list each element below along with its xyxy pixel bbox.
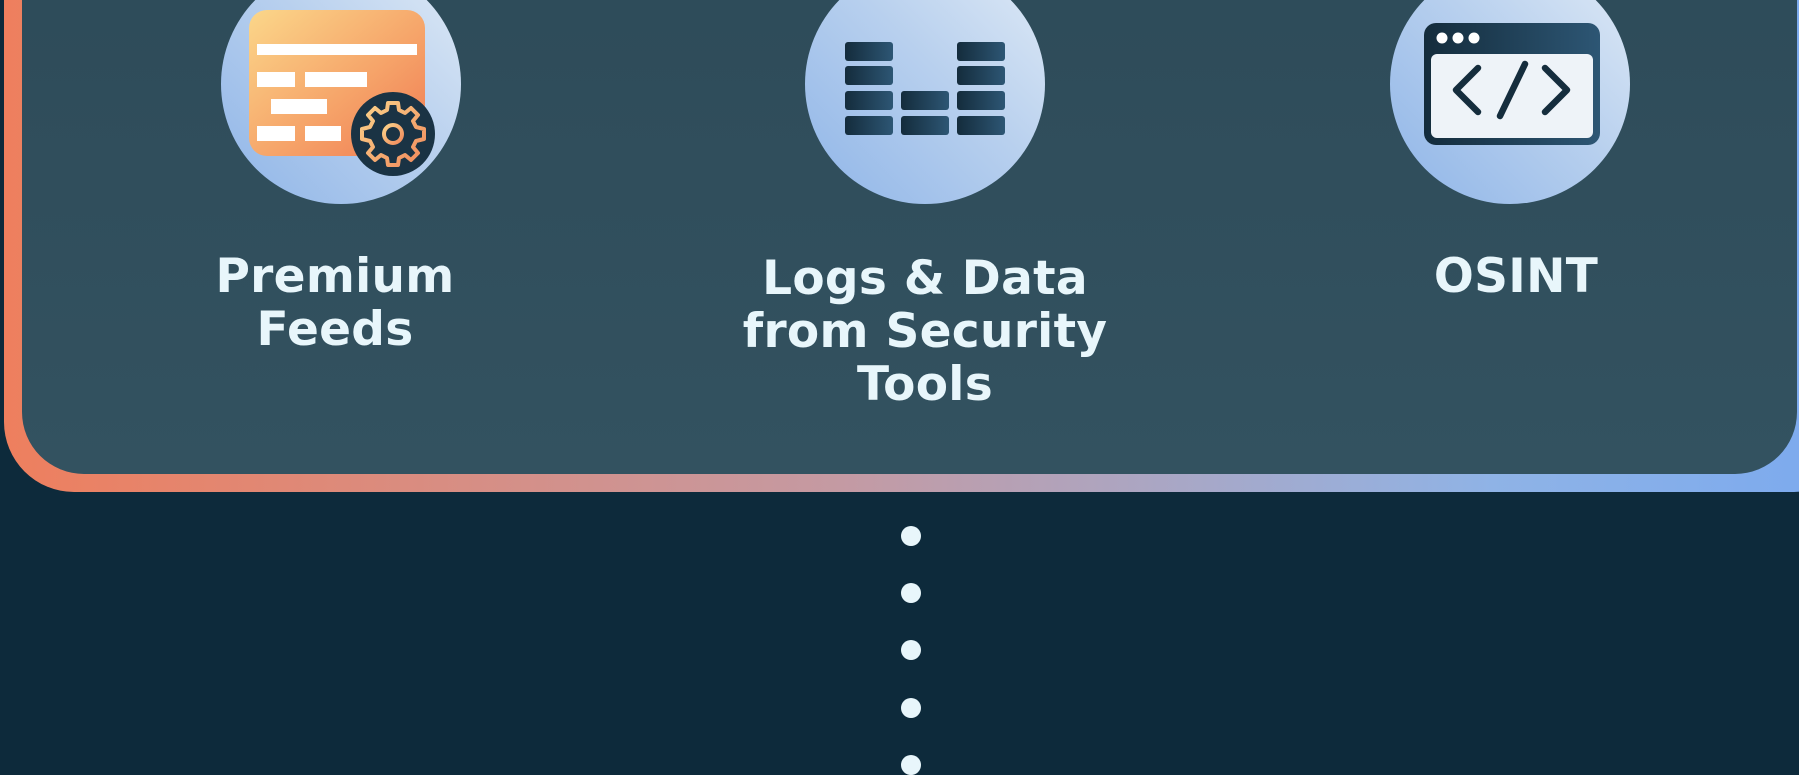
connector-dot [901,640,921,660]
diagram-canvas: Premium Feeds Logs & Data from Security … [0,0,1799,775]
connector-dot [901,698,921,718]
premium-feed-gear-icon [221,0,461,204]
source-label: Logs & Data from Security Tools [742,251,1108,412]
browser-code-icon [1390,0,1630,204]
connector-dot [901,755,921,775]
connector-dot [901,526,921,546]
connector-dot [901,583,921,603]
log-bars-icon [805,0,1045,204]
source-label: Premium Feeds [215,249,455,357]
source-label: OSINT [1433,249,1599,304]
